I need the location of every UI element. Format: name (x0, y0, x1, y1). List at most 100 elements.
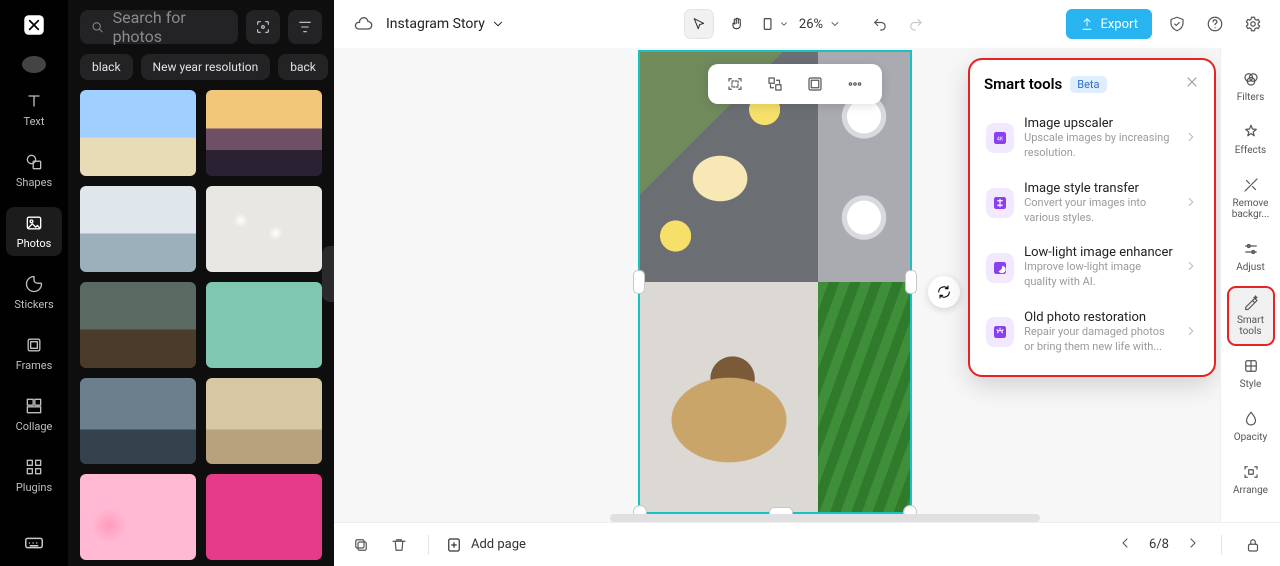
redo-button[interactable] (903, 11, 929, 37)
export-button[interactable]: Export (1066, 9, 1152, 39)
tool-style-transfer[interactable]: Image style transfer Convert your images… (984, 171, 1200, 236)
tool-desc: Convert your images into various styles. (1024, 196, 1174, 226)
photo-thumb[interactable] (206, 378, 322, 464)
suggestion-chips: black New year resolution back (68, 54, 334, 90)
more-menu-button[interactable] (842, 71, 868, 97)
close-icon[interactable] (1184, 74, 1200, 94)
rail-item-photos[interactable]: Photos (6, 207, 62, 256)
rr-effects[interactable]: Effects (1228, 117, 1274, 164)
rail-item-collage[interactable]: Collage (6, 390, 62, 439)
regenerate-button[interactable] (928, 276, 960, 308)
collage-cell[interactable] (818, 282, 910, 512)
duplicate-page-button[interactable] (348, 532, 374, 558)
photo-thumb[interactable] (80, 378, 196, 464)
photo-thumb[interactable] (206, 186, 322, 272)
tool-image-upscaler[interactable]: 4K Image upscaler Upscale images by incr… (984, 106, 1200, 171)
photo-thumb[interactable] (80, 186, 196, 272)
rail-item-plugins[interactable]: Plugins (6, 451, 62, 500)
user-avatar[interactable] (22, 56, 46, 73)
page-frame[interactable] (640, 52, 910, 512)
chip-black[interactable]: black (80, 54, 133, 80)
rail-label: Photos (17, 237, 52, 250)
photo-grid (68, 90, 334, 560)
tool-desc: Repair your damaged photos or bring them… (1024, 325, 1174, 355)
tool-low-light[interactable]: Low-light image enhancer Improve low-lig… (984, 235, 1200, 300)
rr-filters[interactable]: Filters (1228, 64, 1274, 111)
keyboard-shortcuts-button[interactable] (6, 524, 62, 566)
visual-search-button[interactable] (246, 10, 280, 44)
tool-title: Image upscaler (1024, 116, 1174, 131)
rr-adjust[interactable]: Adjust (1228, 234, 1274, 281)
properties-rail: Filters Effects Remove backgr... Adjust … (1220, 48, 1280, 522)
rail-item-stickers[interactable]: Stickers (6, 268, 62, 317)
photo-thumb[interactable] (206, 474, 322, 560)
rr-label: Opacity (1234, 432, 1268, 443)
divider (428, 535, 429, 555)
rail-label: Frames (16, 359, 53, 372)
topbar: Instagram Story 26% Export (334, 0, 1280, 48)
style-transfer-icon (986, 188, 1014, 218)
upscaler-icon: 4K (986, 123, 1014, 153)
prev-page-button[interactable] (1115, 533, 1135, 557)
bottombar: Add page 6/8 (334, 522, 1280, 566)
next-page-button[interactable] (1183, 533, 1203, 557)
photos-panel: Search for photos black New year resolut… (68, 0, 334, 566)
rr-opacity[interactable]: Opacity (1228, 404, 1274, 451)
zoom-dropdown[interactable]: 26% (799, 17, 841, 32)
shield-icon[interactable] (1164, 11, 1190, 37)
chip-back[interactable]: back (278, 54, 328, 80)
home-cloud-button[interactable] (350, 11, 376, 37)
rr-style[interactable]: Style (1228, 351, 1274, 398)
photo-thumb[interactable] (80, 474, 196, 560)
rr-label: Style (1240, 379, 1262, 390)
rr-label: Adjust (1236, 262, 1265, 273)
rail-item-frames[interactable]: Frames (6, 329, 62, 378)
tool-old-photo[interactable]: Old photo restoration Repair your damage… (984, 300, 1200, 365)
photo-thumb[interactable] (206, 90, 322, 176)
tool-title: Image style transfer (1024, 181, 1174, 196)
rr-label: Remove backgr... (1232, 198, 1270, 220)
chip-new-year[interactable]: New year resolution (141, 54, 271, 80)
chevron-down-icon (779, 19, 789, 29)
canvas-scrollbar[interactable] (610, 514, 1040, 522)
divider (1221, 535, 1222, 555)
pan-tool[interactable] (723, 10, 751, 38)
rr-smart-tools[interactable]: Smart tools (1228, 287, 1274, 345)
swap-tool-button[interactable] (762, 71, 788, 97)
delete-page-button[interactable] (386, 532, 412, 558)
photo-thumb[interactable] (80, 90, 196, 176)
layout-tool-button[interactable] (802, 71, 828, 97)
filter-button[interactable] (288, 10, 322, 44)
photo-search[interactable]: Search for photos (80, 10, 238, 44)
project-name-dropdown[interactable]: Instagram Story (386, 16, 505, 32)
tool-title: Low-light image enhancer (1024, 245, 1174, 260)
chevron-right-icon (1184, 323, 1198, 342)
rail-label: Stickers (14, 298, 53, 311)
rr-label: Smart tools (1237, 315, 1264, 337)
photo-thumb[interactable] (206, 282, 322, 368)
aspect-tool[interactable] (761, 10, 789, 38)
search-placeholder: Search for photos (113, 8, 228, 46)
export-label: Export (1100, 17, 1138, 32)
select-tool[interactable] (685, 10, 713, 38)
rr-arrange[interactable]: Arrange (1228, 457, 1274, 504)
rr-label: Filters (1237, 92, 1265, 103)
settings-icon[interactable] (1240, 11, 1266, 37)
rail-label: Shapes (16, 176, 52, 189)
undo-button[interactable] (867, 11, 893, 37)
help-icon[interactable] (1202, 11, 1228, 37)
selection-toolbar (708, 64, 882, 104)
collage-cell[interactable] (640, 282, 818, 512)
rail-item-shapes[interactable]: Shapes (6, 146, 62, 195)
rr-remove-bg[interactable]: Remove backgr... (1228, 170, 1274, 228)
rail-label: Plugins (16, 481, 52, 494)
rail-item-text[interactable]: Text (6, 85, 62, 134)
chevron-right-icon (1184, 129, 1198, 148)
resize-handle-right[interactable] (906, 271, 916, 293)
scan-tool-button[interactable] (722, 71, 748, 97)
photo-thumb[interactable] (80, 282, 196, 368)
rail-label: Collage (16, 420, 53, 433)
resize-handle-left[interactable] (634, 271, 644, 293)
lock-button[interactable] (1240, 532, 1266, 558)
add-page-button[interactable]: Add page (445, 536, 526, 554)
